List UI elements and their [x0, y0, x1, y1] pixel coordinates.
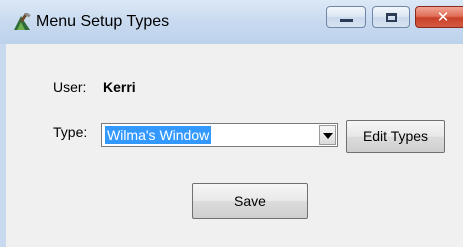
save-button[interactable]: Save — [192, 183, 308, 219]
type-dropdown[interactable]: Wilma's Window — [101, 123, 338, 147]
close-icon: ✕ — [436, 8, 450, 26]
maximize-icon — [386, 13, 397, 22]
minimize-icon — [340, 19, 353, 22]
window-title: Menu Setup Types — [36, 13, 170, 30]
hammer-tools-icon — [14, 13, 31, 30]
type-selected-value: Wilma's Window — [105, 126, 212, 144]
chevron-down-icon — [323, 133, 333, 139]
minimize-button[interactable] — [326, 6, 366, 28]
user-value: Kerri — [103, 79, 136, 95]
user-label: User: — [53, 79, 87, 95]
type-label: Type: — [53, 124, 88, 140]
edit-types-button[interactable]: Edit Types — [346, 120, 445, 153]
menu-setup-types-window: Menu Setup Types ✕ User: Kerri Type: Wil… — [0, 0, 463, 247]
close-button[interactable]: ✕ — [415, 6, 463, 28]
maximize-button[interactable] — [372, 6, 410, 28]
dropdown-arrow-button[interactable] — [319, 125, 336, 145]
title-bar[interactable]: Menu Setup Types ✕ — [0, 0, 463, 44]
